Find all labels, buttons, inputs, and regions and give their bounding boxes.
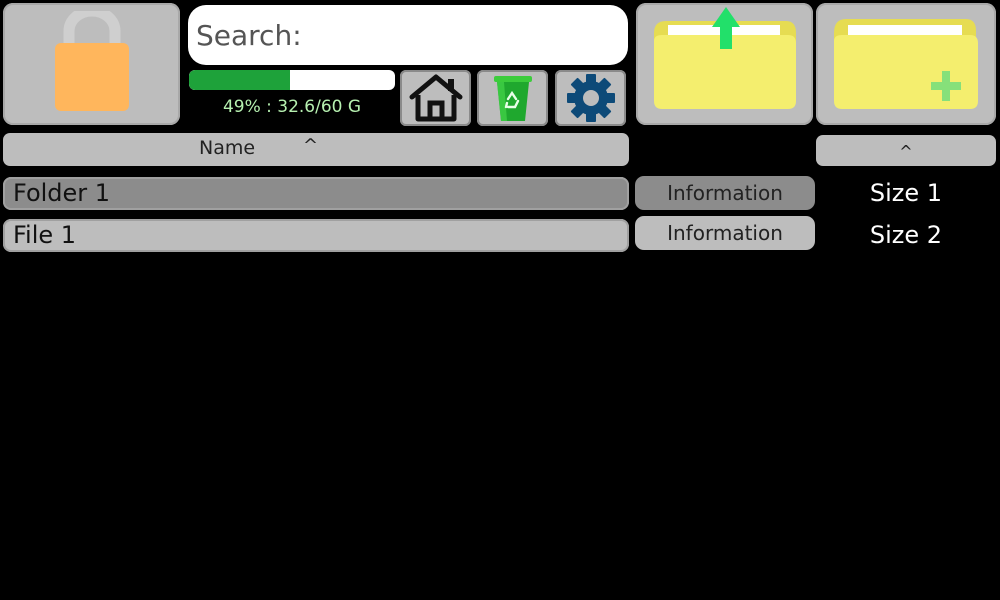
- storage-progress-fill: [189, 70, 290, 90]
- name-sort-indicator: ^: [303, 135, 319, 156]
- home-button[interactable]: [400, 70, 471, 126]
- name-column-header[interactable]: Name ^: [3, 133, 629, 166]
- information-button[interactable]: Information: [635, 176, 815, 210]
- file-size: Size 1: [869, 179, 943, 207]
- information-button[interactable]: Information: [635, 216, 815, 250]
- size-sort-indicator: ^: [899, 142, 913, 161]
- search-input[interactable]: [305, 19, 634, 51]
- trash-button[interactable]: [477, 70, 548, 126]
- size-column-header[interactable]: ^: [816, 135, 996, 166]
- gear-icon: [566, 74, 615, 122]
- search-box[interactable]: Search:: [188, 5, 634, 65]
- recycle-bin-icon: [493, 76, 532, 121]
- file-size: Size 2: [869, 221, 943, 249]
- new-folder-button[interactable]: [816, 3, 996, 125]
- new-folder-icon: [834, 19, 978, 109]
- name-column-label: Name: [199, 137, 256, 159]
- file-row-name[interactable]: File 1: [3, 219, 629, 252]
- settings-button[interactable]: [555, 70, 626, 126]
- file-manager-window: Search: 49% : 32.6/60 G Name ^ ^ Folder …: [0, 0, 1000, 600]
- home-icon: [409, 74, 462, 122]
- storage-progress-bar: [189, 70, 395, 90]
- file-row-name[interactable]: Folder 1: [3, 177, 629, 210]
- storage-usage-text: 49% : 32.6/60 G: [222, 97, 362, 117]
- folder-up-icon: [654, 7, 796, 109]
- parent-folder-button[interactable]: [636, 3, 813, 125]
- lock-icon: [55, 11, 129, 111]
- lock-button[interactable]: [3, 3, 180, 125]
- search-label: Search:: [196, 18, 302, 52]
